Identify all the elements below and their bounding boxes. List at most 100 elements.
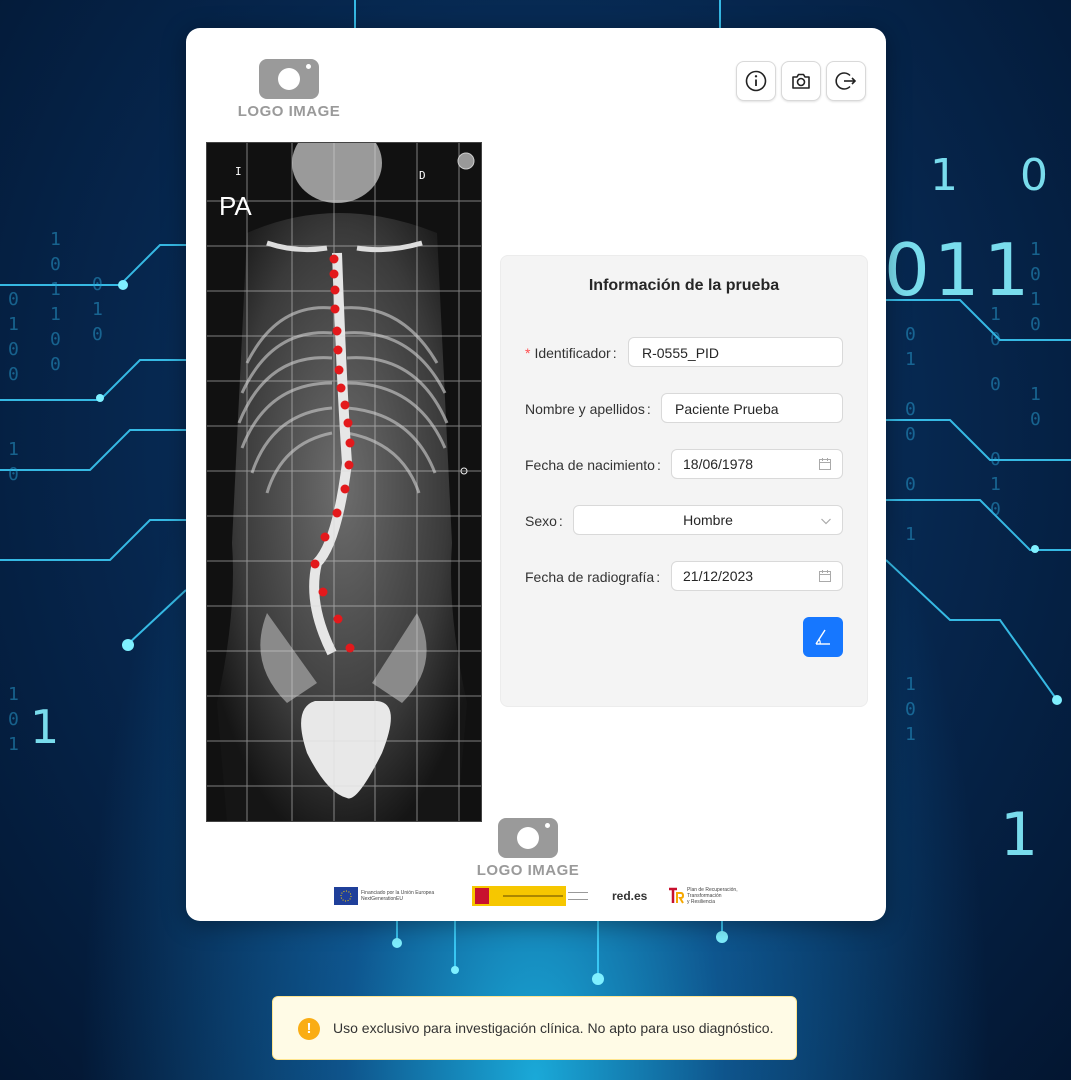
camera-placeholder-icon: [498, 818, 558, 858]
info-icon: [745, 70, 767, 92]
logo-text: LOGO IMAGE: [237, 103, 341, 120]
svg-text:1: 1: [905, 724, 916, 745]
svg-text:0: 0: [8, 709, 19, 730]
svg-text:1: 1: [8, 314, 19, 335]
svg-text:0: 0: [50, 329, 61, 350]
fecha-nacimiento-label: Fecha de nacimiento:: [525, 457, 661, 473]
svg-text:0: 0: [50, 254, 61, 275]
fecha-radiografia-row: Fecha de radiografía: 21/12/2023: [501, 561, 867, 593]
svg-text:1: 1: [50, 279, 61, 300]
gobierno-espana-icon: [472, 886, 566, 906]
funding-logos: Financiado por la Unión Europea NextGene…: [334, 884, 738, 908]
svg-text:0: 0: [905, 399, 916, 420]
camera-placeholder-icon: [259, 59, 319, 99]
warning-icon: !: [298, 1018, 320, 1040]
sexo-select[interactable]: Hombre: [573, 505, 843, 535]
svg-text:0: 0: [1030, 409, 1041, 430]
identificador-row: * Identificador:: [501, 337, 867, 369]
svg-text:0: 0: [8, 364, 19, 385]
nombre-label: Nombre y apellidos:: [525, 401, 651, 417]
svg-text:1: 1: [50, 229, 61, 250]
ministry-mark-icon: [568, 892, 588, 900]
header-logo: LOGO IMAGE: [234, 59, 344, 123]
sexo-label: Sexo:: [525, 513, 563, 529]
svg-text:0: 0: [92, 274, 103, 295]
angle-measure-icon: [815, 629, 830, 645]
redes-logo: red.es: [612, 889, 648, 903]
measure-angle-button[interactable]: [803, 617, 843, 657]
svg-text:0: 0: [990, 374, 1001, 395]
xray-image[interactable]: PA I D: [206, 142, 482, 822]
panel-title: Información de la prueba: [588, 277, 780, 294]
svg-text:1: 1: [905, 524, 916, 545]
bg-digit: 1: [930, 150, 958, 201]
disclaimer-alert: ! Uso exclusivo para investigación clíni…: [272, 996, 797, 1060]
alert-message: Uso exclusivo para investigación clínica…: [333, 1020, 774, 1036]
sexo-value: Hombre: [683, 512, 733, 528]
calendar-icon: [819, 570, 831, 582]
bg-digit-large: 011: [884, 228, 1034, 312]
nombre-field[interactable]: [661, 393, 843, 424]
fecha-nacimiento-value: 18/06/1978: [683, 456, 754, 472]
identificador-input[interactable]: [640, 338, 835, 368]
svg-text:1: 1: [905, 349, 916, 370]
sexo-row: Sexo: Hombre: [501, 505, 867, 537]
nombre-row: Nombre y apellidos:: [501, 393, 867, 425]
svg-text:0: 0: [8, 464, 19, 485]
svg-text:0: 0: [50, 354, 61, 375]
logout-button[interactable]: [826, 61, 866, 101]
bg-digit: 1: [30, 700, 60, 754]
footer-logo: LOGO IMAGE: [473, 818, 583, 882]
fecha-radiografia-picker[interactable]: 21/12/2023: [671, 561, 843, 591]
svg-text:0: 0: [990, 329, 1001, 350]
svg-text:1: 1: [990, 474, 1001, 495]
eu-logo: Financiado por la Unión Europea NextGene…: [334, 884, 434, 908]
svg-text:0: 0: [92, 324, 103, 345]
chevron-down-icon: [821, 518, 831, 525]
svg-text:0: 0: [990, 499, 1001, 520]
svg-text:0: 0: [905, 699, 916, 720]
xray-marker-left: I: [235, 165, 242, 178]
fecha-radiografia-label: Fecha de radiografía:: [525, 569, 661, 585]
svg-text:0: 0: [905, 324, 916, 345]
identificador-field[interactable]: [628, 337, 843, 368]
bg-digit: 0: [1020, 150, 1048, 201]
svg-text:1: 1: [92, 299, 103, 320]
fecha-radiografia-value: 21/12/2023: [683, 568, 754, 584]
xray-marker-right: D: [419, 169, 426, 182]
eu-flag-icon: [334, 887, 358, 905]
plan-text-3: y Resiliencia: [687, 899, 716, 905]
info-button[interactable]: [736, 61, 776, 101]
required-mark: *: [525, 345, 531, 361]
test-info-panel: Información de la prueba * Identificador:…: [500, 255, 868, 707]
identificador-label: * Identificador:: [525, 345, 617, 361]
xray-view-label: PA: [219, 191, 252, 221]
eu-text-2: NextGenerationEU: [361, 896, 403, 902]
spine-radiograph: [207, 143, 481, 821]
fecha-nacimiento-picker[interactable]: 18/06/1978: [671, 449, 843, 479]
svg-text:1: 1: [8, 684, 19, 705]
plan-recuperacion-logo: Plan de Recuperación, Transformación y R…: [668, 884, 738, 908]
svg-text:0: 0: [8, 289, 19, 310]
svg-text:0: 0: [990, 449, 1001, 470]
main-card: LOGO IMAGE PA I D Información de la prue…: [186, 28, 886, 921]
plan-tr-icon: [669, 887, 684, 904]
fecha-nacimiento-row: Fecha de nacimiento: 18/06/1978: [501, 449, 867, 481]
svg-text:0: 0: [905, 424, 916, 445]
nombre-input[interactable]: [673, 394, 835, 424]
svg-text:1: 1: [1030, 384, 1041, 405]
svg-text:1: 1: [905, 674, 916, 695]
svg-text:1: 1: [8, 439, 19, 460]
svg-text:0: 0: [1030, 314, 1041, 335]
bg-digit: 1: [1000, 800, 1039, 870]
svg-text:1: 1: [8, 734, 19, 755]
svg-text:0: 0: [8, 339, 19, 360]
gobierno-logo: [472, 884, 588, 908]
svg-text:0: 0: [905, 474, 916, 495]
logout-icon: [835, 72, 857, 90]
svg-text:1: 1: [50, 304, 61, 325]
camera-button[interactable]: [781, 61, 821, 101]
calendar-icon: [819, 458, 831, 470]
footer-logo-text: LOGO IMAGE: [476, 862, 580, 879]
camera-icon: [792, 73, 810, 89]
